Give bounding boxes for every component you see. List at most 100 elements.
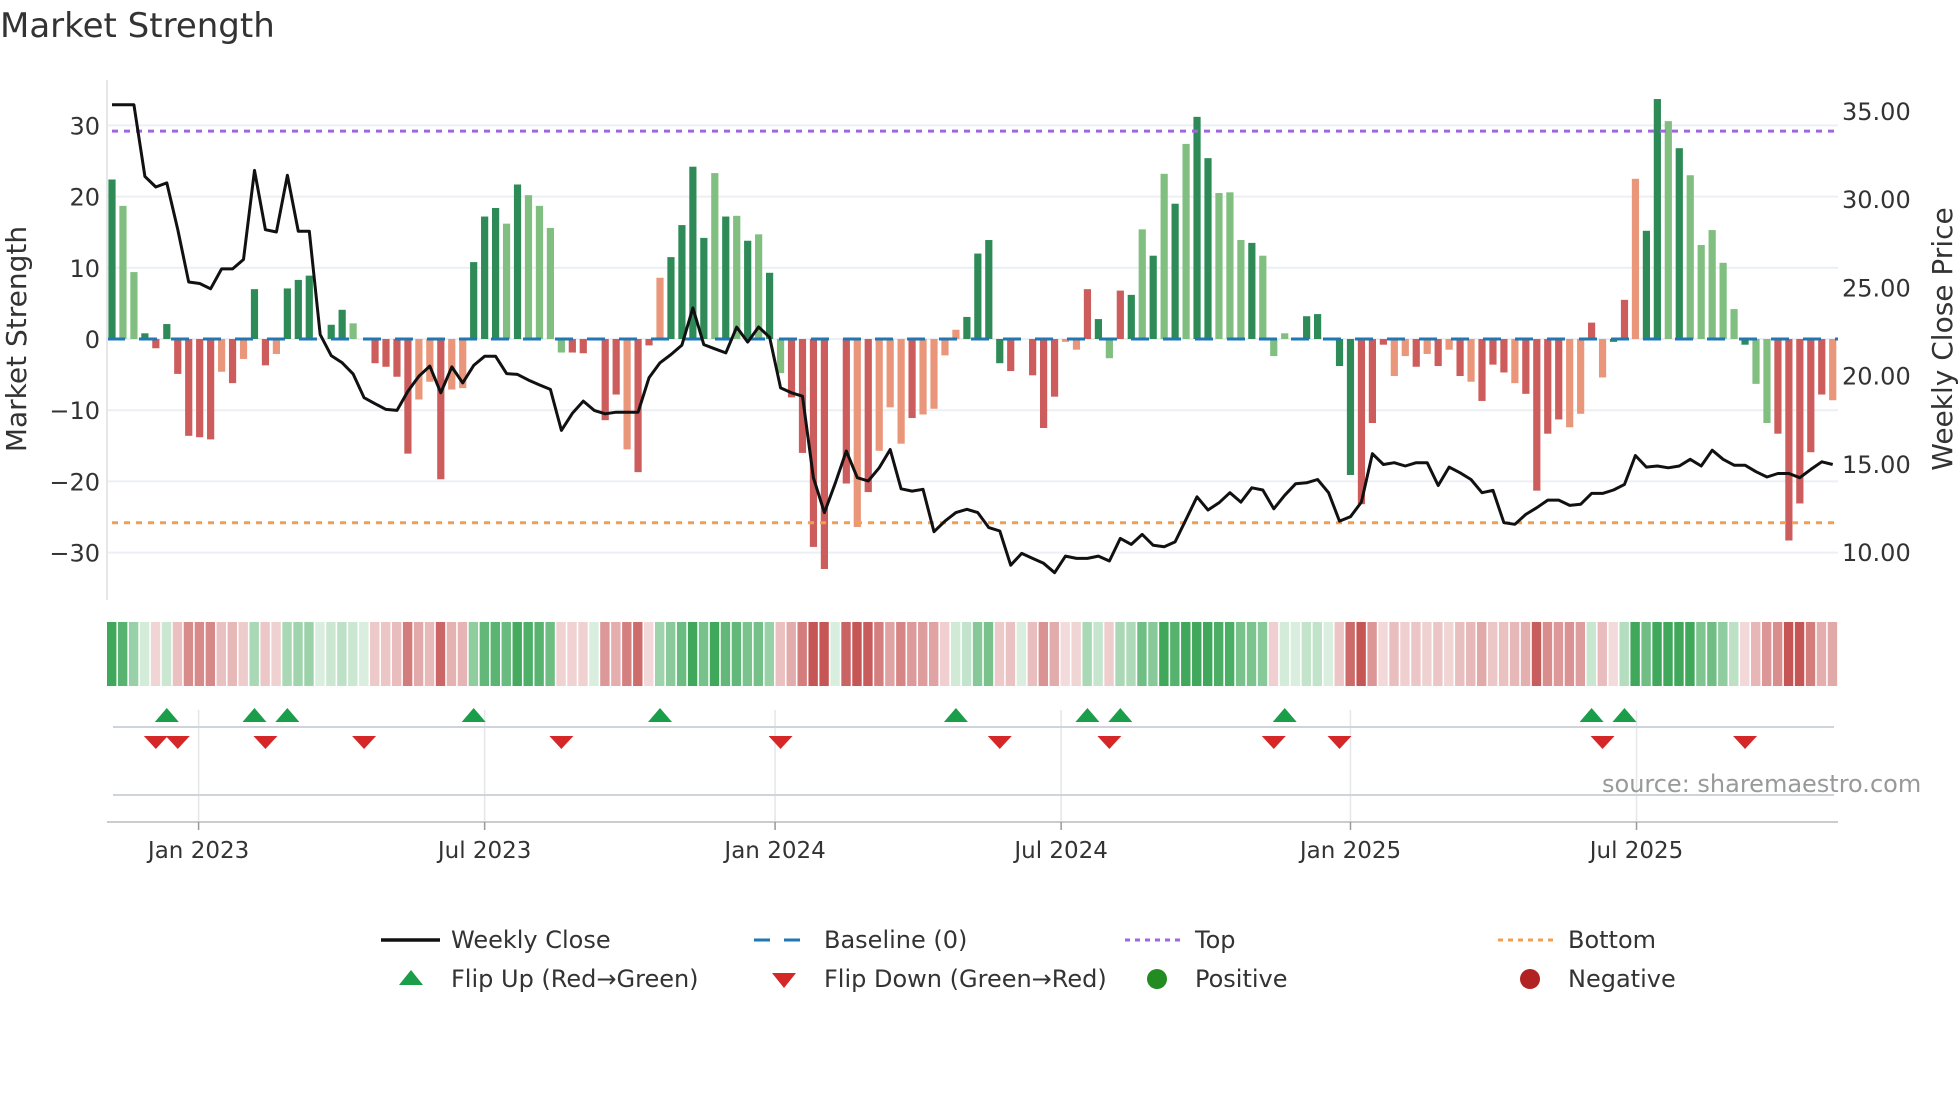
- strip-cell: [238, 622, 248, 686]
- strip-cell: [1477, 622, 1487, 686]
- strip-cell: [863, 622, 873, 686]
- strength-bar: [119, 205, 127, 339]
- strip-cell: [326, 622, 336, 686]
- strip-cell: [1433, 622, 1443, 686]
- strip-cell: [841, 622, 851, 686]
- y2-tick-label: 25.00: [1842, 274, 1911, 302]
- strength-bar: [1248, 242, 1256, 339]
- strip-cell: [731, 622, 742, 686]
- strength-bar: [1445, 339, 1453, 350]
- strength-bar: [1774, 339, 1782, 434]
- strength-bar: [1620, 299, 1629, 339]
- strength-bar: [1072, 339, 1081, 350]
- strip-cell: [337, 622, 347, 686]
- y2-tick-label: 35.00: [1842, 98, 1911, 126]
- x-tick-label: Jul 2025: [1588, 838, 1684, 864]
- strength-bar: [1577, 339, 1585, 414]
- strip-cell: [381, 622, 391, 686]
- strip-cell: [1652, 622, 1662, 686]
- strength-bar: [1412, 339, 1420, 367]
- strip-cell: [1586, 622, 1596, 686]
- strength-bar: [985, 240, 993, 339]
- strength-bar: [1171, 203, 1179, 339]
- strength-bar: [1555, 339, 1563, 420]
- strip-cell: [172, 622, 183, 686]
- y-tick-label: −30: [49, 540, 100, 568]
- flip-down-marker: [352, 736, 377, 749]
- strip-cell: [1115, 622, 1125, 686]
- strip-cell: [1071, 622, 1081, 686]
- strength-bar: [1138, 229, 1146, 339]
- strength-bar: [963, 316, 971, 339]
- strip-cell: [1290, 622, 1301, 686]
- strip-cell: [1203, 622, 1213, 686]
- strip-cell: [282, 622, 292, 686]
- strip-cell: [1805, 622, 1816, 686]
- strength-bar: [239, 339, 248, 359]
- strip-cell: [304, 622, 314, 686]
- strength-bar: [349, 323, 357, 339]
- strip-cell: [775, 622, 785, 686]
- strip-cell: [1509, 622, 1520, 686]
- strip-cell: [107, 622, 117, 686]
- strip-cell: [183, 622, 194, 686]
- strength-bar: [1083, 289, 1092, 339]
- strip-cell: [1148, 622, 1158, 686]
- strength-bar: [908, 339, 916, 419]
- strength-bar: [338, 309, 346, 339]
- strength-bar: [415, 339, 423, 400]
- strength-bar: [1149, 255, 1157, 339]
- strength-bar: [1653, 99, 1661, 339]
- strength-bar: [492, 207, 500, 339]
- strip-cell: [918, 622, 928, 686]
- strip-cell: [1257, 622, 1268, 686]
- strip-cell: [1060, 622, 1070, 686]
- strip-cell: [720, 622, 731, 686]
- strip-cell: [742, 622, 753, 686]
- legend-label: Positive: [1195, 965, 1288, 993]
- strip-cell: [929, 622, 939, 686]
- strength-bar: [722, 216, 730, 339]
- strength-bar: [1511, 339, 1519, 384]
- strength-bar: [1467, 339, 1475, 382]
- strip-cell: [1049, 622, 1059, 686]
- strip-cell: [611, 622, 621, 686]
- strip-cell: [534, 622, 544, 686]
- strip-cell: [1422, 622, 1432, 686]
- strip-cell: [1345, 622, 1355, 686]
- strength-heat-strip: [107, 622, 1838, 686]
- strip-cell: [1597, 622, 1607, 686]
- strength-bar: [1818, 339, 1826, 395]
- x-tick-label: Jan 2025: [1298, 838, 1401, 864]
- strength-bar: [1588, 322, 1596, 339]
- strip-cell: [676, 622, 687, 686]
- strip-cell: [1027, 622, 1038, 686]
- strength-bar: [623, 339, 631, 450]
- reference-lines: [107, 129, 1838, 525]
- strength-bar: [305, 275, 313, 339]
- strip-cell: [939, 622, 950, 686]
- strength-bar: [787, 339, 796, 398]
- strip-cell: [1674, 622, 1684, 686]
- strength-bar: [382, 339, 390, 367]
- strip-cell: [1827, 622, 1838, 686]
- strength-bar: [1127, 294, 1135, 339]
- legend-label: Bottom: [1568, 926, 1656, 954]
- strip-cell: [359, 622, 369, 686]
- strip-cell: [786, 622, 796, 686]
- strength-bar: [1434, 339, 1442, 367]
- legend-positive-icon: [1147, 969, 1167, 989]
- strip-cell: [885, 622, 895, 686]
- gridlines: [107, 124, 1838, 822]
- strength-bar: [886, 339, 894, 408]
- strength-bar: [1346, 339, 1355, 475]
- strength-bar: [1708, 230, 1716, 339]
- strength-bar: [448, 339, 456, 390]
- source-credit: source: sharemaestro.com: [1602, 770, 1922, 798]
- flip-up-marker: [275, 708, 300, 722]
- strip-cell: [1082, 622, 1092, 686]
- y2-tick-label: 10.00: [1842, 539, 1911, 567]
- strip-cell: [271, 622, 281, 686]
- flip-down-marker: [1733, 736, 1758, 749]
- legend-negative-icon: [1520, 969, 1540, 989]
